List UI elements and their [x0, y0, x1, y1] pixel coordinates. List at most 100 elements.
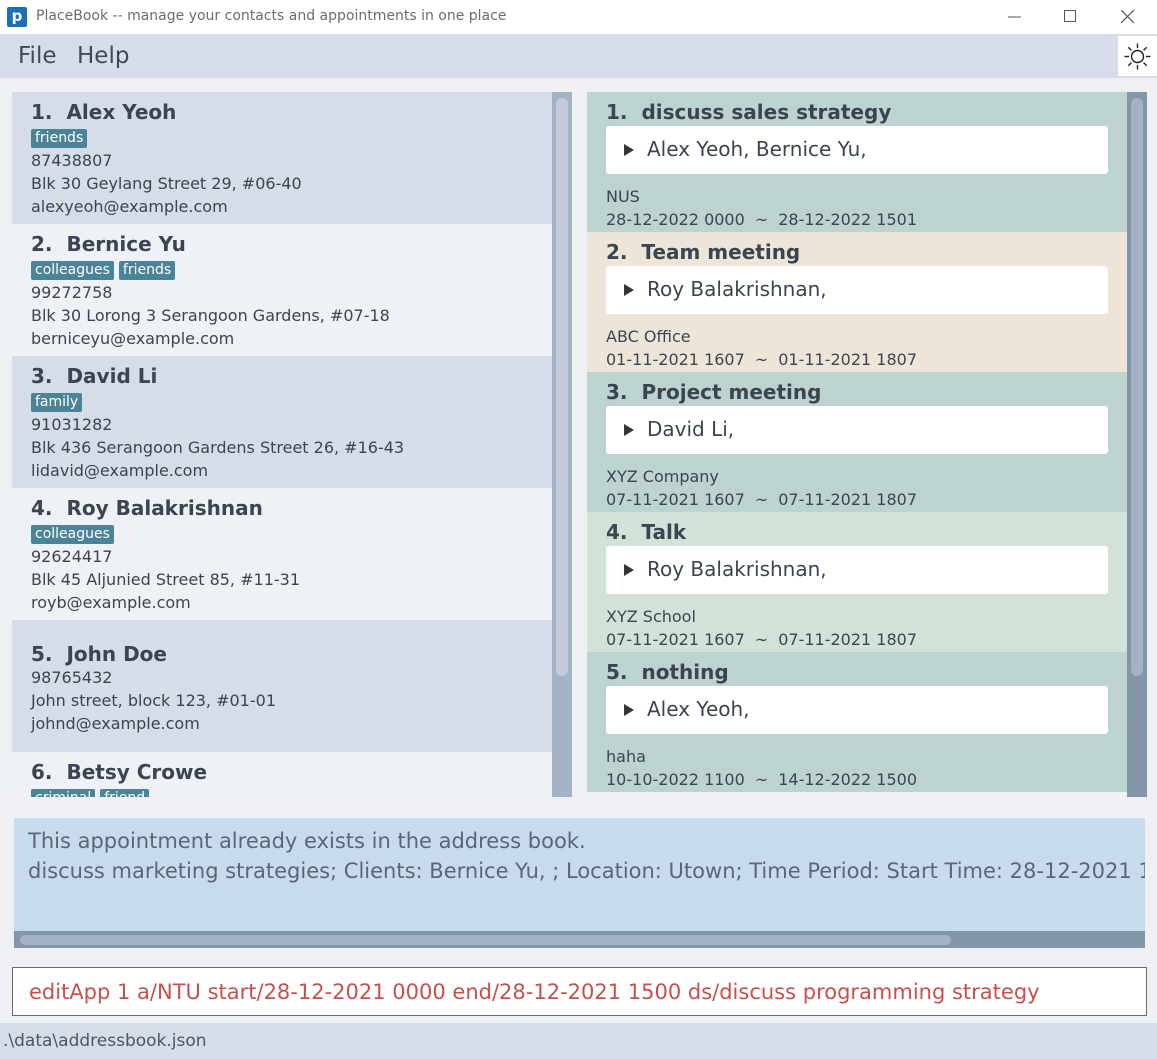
- person-email: lidavid@example.com: [31, 461, 209, 480]
- title-bar: p PlaceBook -- manage your contacts and …: [0, 0, 1157, 34]
- appointment-list[interactable]: 1. discuss sales strategy Alex Yeoh, Ber…: [587, 92, 1147, 797]
- appointment-clients-expander[interactable]: Roy Balakrishnan,: [606, 266, 1108, 314]
- app-icon: p: [7, 7, 27, 27]
- appointment-location: XYZ Company: [606, 467, 719, 486]
- appointment-clients: Alex Yeoh, Bernice Yu,: [647, 137, 867, 161]
- command-input[interactable]: editApp 1 a/NTU start/28-12-2021 0000 en…: [12, 967, 1147, 1016]
- menu-file[interactable]: File: [18, 43, 57, 69]
- appointment-clients: David Li,: [647, 417, 735, 441]
- appointment-clients-expander[interactable]: Alex Yeoh, Bernice Yu,: [606, 126, 1108, 174]
- appointment-clients-expander[interactable]: David Li,: [606, 406, 1108, 454]
- appointment-time: 10-10-2022 1100 ~14-12-2022 1500: [606, 770, 917, 789]
- appointment-title: 1. discuss sales strategy: [606, 100, 892, 124]
- appointment-clients: Alex Yeoh,: [647, 697, 750, 721]
- person-name: 2. Bernice Yu: [31, 232, 186, 256]
- appointment-title: 2. Team meeting: [606, 240, 801, 264]
- maximize-button[interactable]: [1043, 0, 1099, 34]
- person-list[interactable]: 1. Alex Yeoh friends 87438807 Blk 30 Gey…: [12, 92, 572, 797]
- tag: criminal: [31, 789, 96, 797]
- person-name: 6. Betsy Crowe: [31, 760, 208, 784]
- result-scroll-thumb[interactable]: [20, 935, 951, 945]
- person-card[interactable]: 5. John Doe 98765432 John street, block …: [12, 620, 552, 752]
- appointment-time: 01-11-2021 1607 ~01-11-2021 1807: [606, 350, 917, 369]
- person-address: Blk 30 Geylang Street 29, #06-40: [31, 174, 302, 193]
- person-address: Blk 436 Serangoon Gardens Street 26, #16…: [31, 438, 405, 457]
- person-phone: 92624417: [31, 547, 113, 566]
- theme-toggle-button[interactable]: [1118, 36, 1157, 76]
- window-title: PlaceBook -- manage your contacts and ap…: [36, 8, 507, 24]
- result-detail: discuss marketing strategies; Clients: B…: [28, 859, 1145, 883]
- person-card[interactable]: 3. David Li family 91031282 Blk 436 Sera…: [12, 356, 552, 488]
- person-tags: colleagues friends: [31, 258, 533, 283]
- appointment-time: 28-12-2022 0000 ~28-12-2022 1501: [606, 210, 917, 229]
- person-list-scroll-thumb[interactable]: [556, 98, 568, 676]
- person-address: Blk 45 Aljunied Street 85, #11-31: [31, 570, 300, 589]
- appointment-clients-expander[interactable]: Alex Yeoh,: [606, 686, 1108, 734]
- appointment-clients-expander[interactable]: Roy Balakrishnan,: [606, 546, 1108, 594]
- result-display: This appointment already exists in the a…: [14, 818, 1145, 948]
- person-name: 3. David Li: [31, 364, 158, 388]
- person-card[interactable]: 1. Alex Yeoh friends 87438807 Blk 30 Gey…: [12, 92, 552, 224]
- person-phone: 91031282: [31, 415, 113, 434]
- person-phone: 98765432: [31, 668, 113, 687]
- appointment-title: 3. Project meeting: [606, 380, 822, 404]
- person-tags: family: [31, 390, 533, 415]
- tag: colleagues: [31, 261, 114, 280]
- tag: family: [31, 393, 83, 412]
- appointment-location: haha: [606, 747, 646, 766]
- status-bar: .\data\addressbook.json: [0, 1023, 1157, 1059]
- tag: friends: [118, 261, 176, 280]
- appointment-list-scroll-thumb[interactable]: [1131, 98, 1143, 676]
- person-phone: 87438807: [31, 151, 113, 170]
- menu-bar: File Help: [0, 34, 1157, 78]
- appointment-location: ABC Office: [606, 327, 691, 346]
- appointment-location: NUS: [606, 187, 640, 206]
- close-icon: [1121, 10, 1135, 24]
- person-email: royb@example.com: [31, 593, 191, 612]
- expand-triangle-icon[interactable]: [624, 704, 634, 716]
- person-tags: friends: [31, 126, 533, 151]
- expand-triangle-icon[interactable]: [624, 144, 634, 156]
- expand-triangle-icon[interactable]: [624, 424, 634, 436]
- minimize-icon: [1008, 16, 1021, 18]
- person-name: 5. John Doe: [31, 642, 167, 666]
- menu-help[interactable]: Help: [77, 43, 129, 69]
- person-card[interactable]: 6. Betsy Crowe criminal friend: [12, 752, 552, 797]
- result-message: This appointment already exists in the a…: [28, 829, 586, 853]
- appointment-card[interactable]: 4. Talk Roy Balakrishnan, XYZ School 07-…: [587, 512, 1127, 652]
- tag: friend: [100, 789, 150, 797]
- appointment-location: XYZ School: [606, 607, 696, 626]
- person-tags: criminal friend: [31, 786, 533, 797]
- appointment-title: 4. Talk: [606, 520, 687, 544]
- person-email: berniceyu@example.com: [31, 329, 235, 348]
- person-name: 1. Alex Yeoh: [31, 100, 177, 124]
- person-email: johnd@example.com: [31, 714, 200, 733]
- person-tags: colleagues: [31, 522, 533, 547]
- appointment-title: 5. nothing: [606, 660, 729, 684]
- tag: colleagues: [31, 525, 114, 544]
- person-card[interactable]: 4. Roy Balakrishnan colleagues 92624417 …: [12, 488, 552, 620]
- appointment-clients: Roy Balakrishnan,: [647, 277, 827, 301]
- person-name: 4. Roy Balakrishnan: [31, 496, 263, 520]
- minimize-button[interactable]: [987, 0, 1043, 34]
- person-email: alexyeoh@example.com: [31, 197, 228, 216]
- appointment-clients: Roy Balakrishnan,: [647, 557, 827, 581]
- person-phone: 99272758: [31, 283, 113, 302]
- person-address: Blk 30 Lorong 3 Serangoon Gardens, #07-1…: [31, 306, 390, 325]
- appointment-card[interactable]: 1. discuss sales strategy Alex Yeoh, Ber…: [587, 92, 1127, 232]
- command-input-text[interactable]: editApp 1 a/NTU start/28-12-2021 0000 en…: [29, 980, 1040, 1004]
- appointment-card[interactable]: 3. Project meeting David Li, XYZ Company…: [587, 372, 1127, 512]
- person-address: John street, block 123, #01-01: [31, 691, 276, 710]
- person-card[interactable]: 2. Bernice Yu colleagues friends 99272758…: [12, 224, 552, 356]
- expand-triangle-icon[interactable]: [624, 564, 634, 576]
- tag: friends: [31, 129, 88, 148]
- appointment-card[interactable]: 2. Team meeting Roy Balakrishnan, ABC Of…: [587, 232, 1127, 372]
- maximize-icon: [1064, 10, 1076, 22]
- appointment-time: 07-11-2021 1607 ~07-11-2021 1807: [606, 630, 917, 649]
- sun-icon: [1124, 43, 1151, 70]
- appointment-time: 07-11-2021 1607 ~07-11-2021 1807: [606, 490, 917, 509]
- close-button[interactable]: [1100, 0, 1156, 34]
- save-location-path: .\data\addressbook.json: [3, 1031, 207, 1051]
- appointment-card[interactable]: 5. nothing Alex Yeoh, haha 10-10-2022 11…: [587, 652, 1127, 792]
- expand-triangle-icon[interactable]: [624, 284, 634, 296]
